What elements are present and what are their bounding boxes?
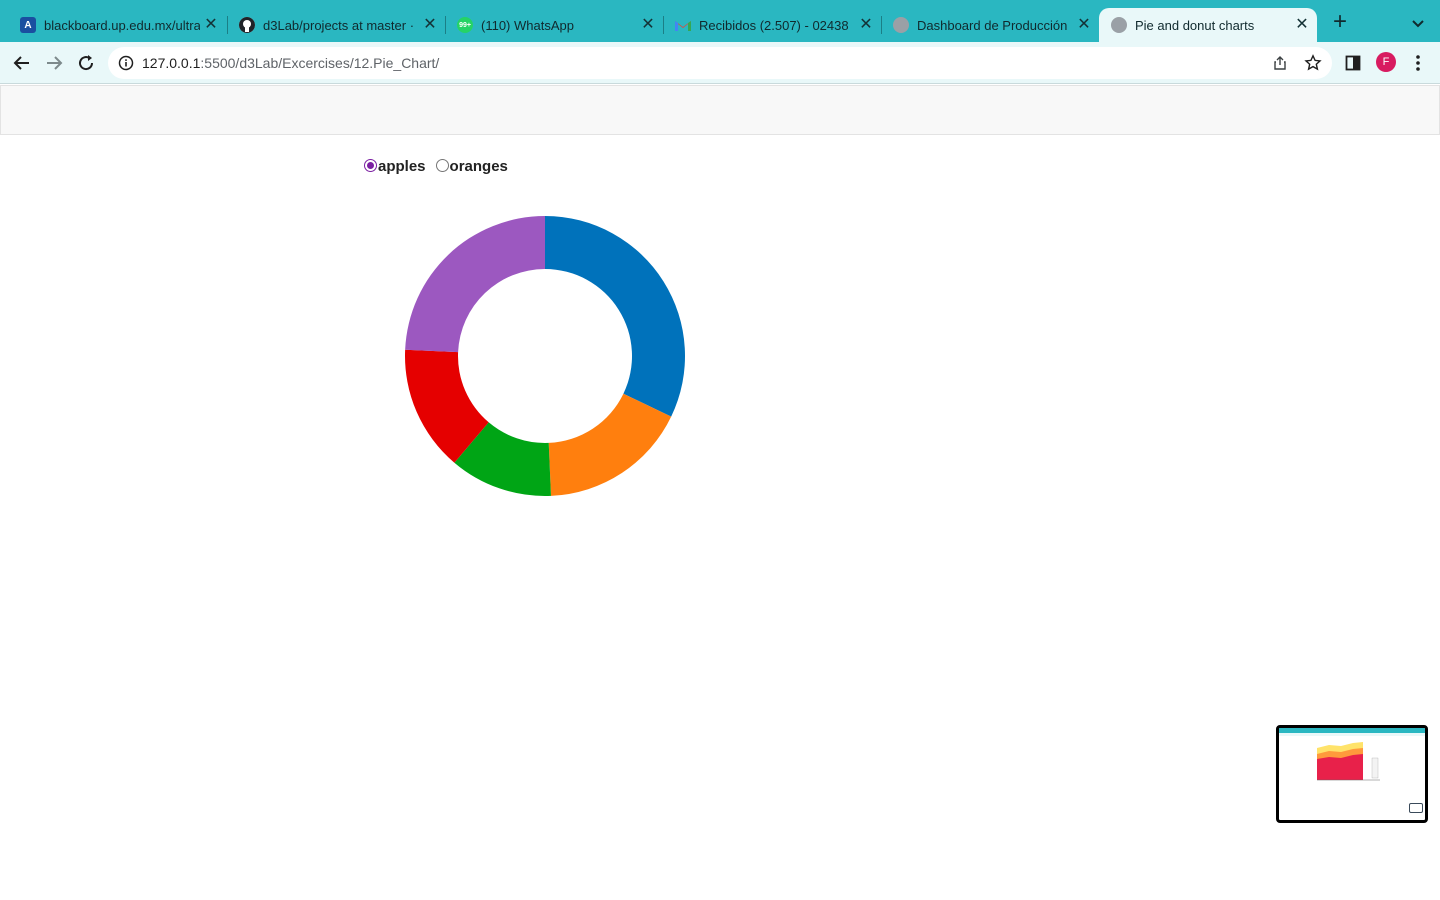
fruit-radio-group: apples oranges xyxy=(364,158,518,175)
tab-title: (110) WhatsApp xyxy=(481,17,574,33)
donut-chart xyxy=(405,216,685,496)
radio-label: apples xyxy=(378,158,426,175)
arrow-right-icon xyxy=(47,56,63,70)
close-icon[interactable]: ✕ xyxy=(857,16,875,34)
side-panel-icon[interactable] xyxy=(1345,55,1361,71)
tab-blackboard[interactable]: A blackboard.up.edu.mx/ultra ✕ xyxy=(8,8,226,42)
tab-title: Recibidos (2.507) - 02438 xyxy=(699,17,849,33)
github-icon xyxy=(239,17,255,33)
donut-slice[interactable] xyxy=(405,216,545,353)
page-navbar xyxy=(0,85,1440,135)
globe-icon xyxy=(1111,17,1127,33)
donut-slice[interactable] xyxy=(548,393,672,496)
blackboard-icon: A xyxy=(20,17,36,33)
globe-icon xyxy=(893,17,909,33)
tab-title: Dashboard de Producción xyxy=(917,17,1068,33)
browser-toolbar: 127.0.0.1:5500/d3Lab/Excercises/12.Pie_C… xyxy=(0,42,1440,84)
close-icon[interactable]: ✕ xyxy=(421,16,439,34)
thumbnail-area-chart xyxy=(1317,742,1380,781)
info-icon[interactable] xyxy=(118,55,134,71)
tab-preview-thumbnail[interactable] xyxy=(1276,725,1428,823)
more-menu-icon[interactable] xyxy=(1410,53,1426,73)
radio-oranges[interactable]: oranges xyxy=(435,158,508,175)
back-button[interactable] xyxy=(10,51,34,75)
reload-button[interactable] xyxy=(74,51,98,75)
close-icon[interactable]: ✕ xyxy=(639,16,657,34)
whatsapp-icon: 99+ xyxy=(457,17,473,33)
new-tab-button[interactable]: + xyxy=(1329,10,1351,34)
tab-strip: A blackboard.up.edu.mx/ultra ✕ d3Lab/pro… xyxy=(0,0,1440,42)
tab-gmail[interactable]: Recibidos (2.507) - 02438 ✕ xyxy=(663,8,881,42)
arrow-left-icon xyxy=(13,56,29,70)
forward-button[interactable] xyxy=(42,51,66,75)
unread-badge: 99+ xyxy=(459,21,471,29)
url-text[interactable]: 127.0.0.1:5500/d3Lab/Excercises/12.Pie_C… xyxy=(142,55,439,71)
tab-whatsapp[interactable]: 99+ (110) WhatsApp ✕ xyxy=(445,8,663,42)
radio-label: oranges xyxy=(449,158,508,175)
picture-in-picture-icon[interactable] xyxy=(1409,803,1423,813)
close-icon[interactable]: ✕ xyxy=(202,16,220,34)
profile-avatar[interactable]: F xyxy=(1376,52,1396,72)
share-icon[interactable] xyxy=(1272,55,1288,71)
close-icon[interactable]: ✕ xyxy=(1293,16,1311,34)
radio-button-checked[interactable] xyxy=(364,159,377,172)
radio-apples[interactable]: apples xyxy=(364,158,426,175)
tab-dashboard[interactable]: Dashboard de Producción ✕ xyxy=(881,8,1099,42)
tab-title: blackboard.up.edu.mx/ultra xyxy=(44,17,200,33)
star-icon[interactable] xyxy=(1304,54,1322,72)
gmail-icon xyxy=(675,17,691,33)
donut-slice[interactable] xyxy=(545,216,685,417)
radio-button-unchecked[interactable] xyxy=(435,159,449,172)
tab-pie-chart[interactable]: Pie and donut charts ✕ xyxy=(1099,8,1317,42)
tab-github[interactable]: d3Lab/projects at master · ✕ xyxy=(227,8,445,42)
close-icon[interactable]: ✕ xyxy=(1075,16,1093,34)
address-bar[interactable]: 127.0.0.1:5500/d3Lab/Excercises/12.Pie_C… xyxy=(108,47,1332,79)
chevron-down-icon[interactable] xyxy=(1408,14,1428,34)
reload-icon xyxy=(79,55,94,71)
tab-title: d3Lab/projects at master · xyxy=(263,17,415,33)
url-host: 127.0.0.1 xyxy=(142,55,201,71)
tab-title: Pie and donut charts xyxy=(1135,17,1255,33)
url-path: :5500/d3Lab/Excercises/12.Pie_Chart/ xyxy=(200,55,440,71)
